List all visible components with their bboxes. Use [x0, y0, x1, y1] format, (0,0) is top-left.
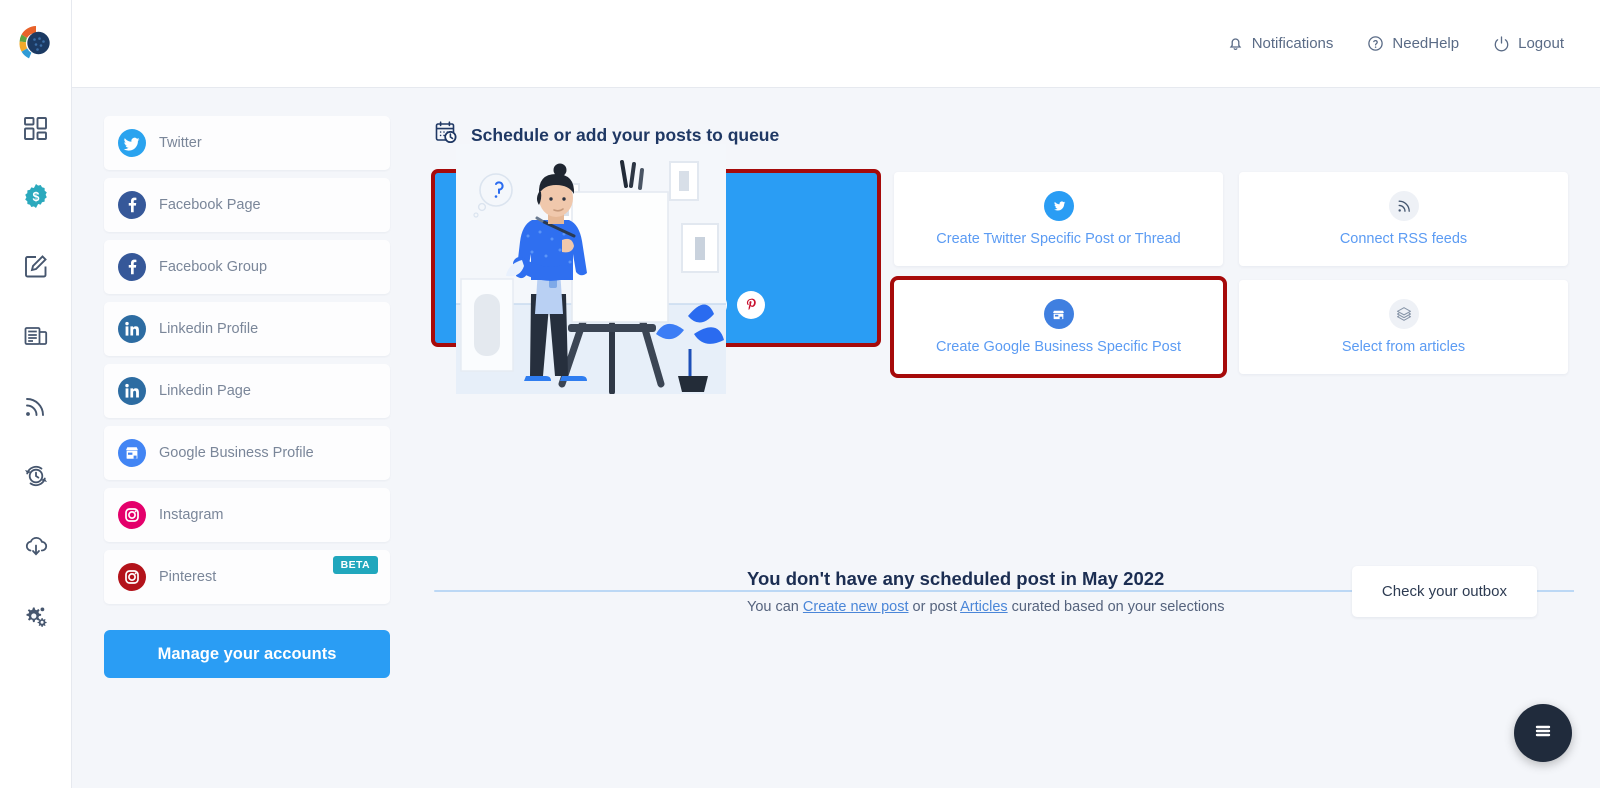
floating-menu-button[interactable] — [1514, 704, 1572, 762]
power-icon — [1493, 35, 1510, 52]
account-label: Instagram — [159, 507, 224, 523]
check-outbox-button[interactable]: Check your outbox — [1351, 565, 1537, 617]
app-logo[interactable] — [15, 22, 57, 64]
account-row-google-business[interactable]: Google Business Profile — [104, 426, 390, 480]
rail-item-billing[interactable]: $ — [14, 174, 58, 218]
main-content: Schedule or add your posts to queue Crea — [390, 116, 1574, 788]
create-twitter-post-card[interactable]: Create Twitter Specific Post or Thread — [894, 172, 1223, 266]
right-pane: Notifications NeedHelp Logout Twitter Fa… — [72, 0, 1600, 788]
rail-item-settings[interactable] — [14, 594, 58, 638]
pinterest-icon — [737, 290, 765, 319]
rail-item-compose[interactable] — [14, 244, 58, 288]
articles-link[interactable]: Articles — [960, 599, 1008, 615]
rail-item-articles[interactable] — [14, 314, 58, 358]
app-root: $ Notifications NeedHelp Logout Twitter … — [0, 0, 1600, 788]
instagram-icon — [118, 501, 146, 529]
select-from-articles-card[interactable]: Select from articles — [1239, 280, 1568, 374]
need-help-button[interactable]: NeedHelp — [1367, 35, 1459, 52]
rail-item-history[interactable] — [14, 454, 58, 498]
twitter-icon — [118, 129, 146, 157]
account-row-instagram[interactable]: Instagram — [104, 488, 390, 542]
need-help-label: NeedHelp — [1392, 35, 1460, 52]
connect-rss-feeds-card[interactable]: Connect RSS feeds — [1239, 172, 1568, 266]
layers-articles-icon — [1388, 299, 1419, 329]
logout-label: Logout — [1518, 35, 1564, 52]
card-label: Create Twitter Specific Post or Thread — [936, 231, 1181, 247]
account-label: Linkedin Page — [159, 383, 251, 399]
create-google-business-post-card[interactable]: Create Google Business Specific Post — [890, 276, 1227, 378]
icon-rail: $ — [0, 0, 72, 788]
page-body: Twitter Facebook Page Facebook Group Lin… — [72, 88, 1600, 788]
account-row-linkedin-page[interactable]: Linkedin Page — [104, 364, 390, 418]
option-column-right: Connect RSS feeds Select from articles — [1239, 172, 1568, 374]
account-label: Facebook Group — [159, 259, 268, 275]
linkedin-icon — [118, 315, 146, 343]
banner-sub-prefix: You can — [747, 598, 803, 615]
banner-title: You don't have any scheduled post in May… — [747, 567, 1165, 589]
linkedin-icon — [118, 377, 146, 405]
card-label: Connect RSS feeds — [1339, 231, 1468, 247]
accounts-panel: Twitter Facebook Page Facebook Group Lin… — [104, 116, 390, 788]
banner-subtitle: You can Create new post or post Articles… — [747, 599, 1352, 615]
account-label: Pinterest — [159, 569, 217, 585]
compose-pencil-icon — [23, 253, 49, 279]
news-article-icon — [23, 323, 49, 349]
svg-text:$: $ — [32, 190, 39, 204]
account-row-twitter[interactable]: Twitter — [104, 116, 390, 170]
rail-item-downloads[interactable] — [14, 524, 58, 568]
pinterest-icon — [118, 563, 146, 591]
page-title-text: Schedule or add your posts to queue — [471, 124, 780, 145]
facebook-icon — [118, 191, 146, 219]
question-circle-icon — [1367, 35, 1384, 52]
history-clock-icon — [23, 463, 49, 489]
card-label: Select from articles — [1341, 339, 1466, 355]
card-label: Create Google Business Specific Post — [935, 339, 1181, 355]
manage-accounts-button[interactable]: Manage your accounts — [104, 630, 390, 678]
cloud-download-icon — [23, 533, 49, 559]
gears-settings-icon — [22, 603, 49, 630]
facebook-icon — [118, 253, 146, 281]
account-label: Google Business Profile — [159, 445, 314, 461]
account-row-linkedin-profile[interactable]: Linkedin Profile — [104, 302, 390, 356]
bell-icon — [1227, 35, 1244, 52]
account-row-facebook-page[interactable]: Facebook Page — [104, 178, 390, 232]
notifications-button[interactable]: Notifications — [1227, 35, 1334, 52]
dashboard-grid-icon — [23, 116, 48, 141]
google-business-icon — [118, 439, 146, 467]
account-row-pinterest[interactable]: Pinterest BETA — [104, 550, 390, 604]
create-new-post-link[interactable]: Create new post — [803, 599, 909, 615]
twitter-icon — [1043, 191, 1074, 221]
top-header: Notifications NeedHelp Logout — [72, 0, 1600, 88]
logout-button[interactable]: Logout — [1493, 35, 1564, 52]
artist-at-easel-illustration — [456, 144, 726, 395]
banner-text: You don't have any scheduled post in May… — [747, 568, 1352, 615]
hamburger-menu-icon — [1531, 719, 1555, 748]
dollar-badge-icon: $ — [23, 183, 49, 209]
empty-state-banner: You don't have any scheduled post in May… — [434, 565, 1574, 617]
rail-item-dashboard[interactable] — [14, 106, 58, 150]
account-label: Linkedin Profile — [159, 321, 259, 337]
status-badge: BETA — [332, 556, 378, 574]
account-row-facebook-group[interactable]: Facebook Group — [104, 240, 390, 294]
account-label: Facebook Page — [159, 197, 261, 213]
rss-feed-icon — [23, 394, 48, 419]
rail-item-rss[interactable] — [14, 384, 58, 428]
notifications-label: Notifications — [1251, 35, 1334, 52]
rss-feed-icon — [1388, 191, 1419, 221]
google-business-icon — [1043, 299, 1074, 329]
option-column-left: Create Twitter Specific Post or Thread C… — [890, 172, 1227, 378]
banner-sub-suffix: curated based on your selections — [1007, 598, 1225, 615]
banner-sub-middle: or post — [908, 598, 961, 615]
account-label: Twitter — [159, 135, 202, 151]
